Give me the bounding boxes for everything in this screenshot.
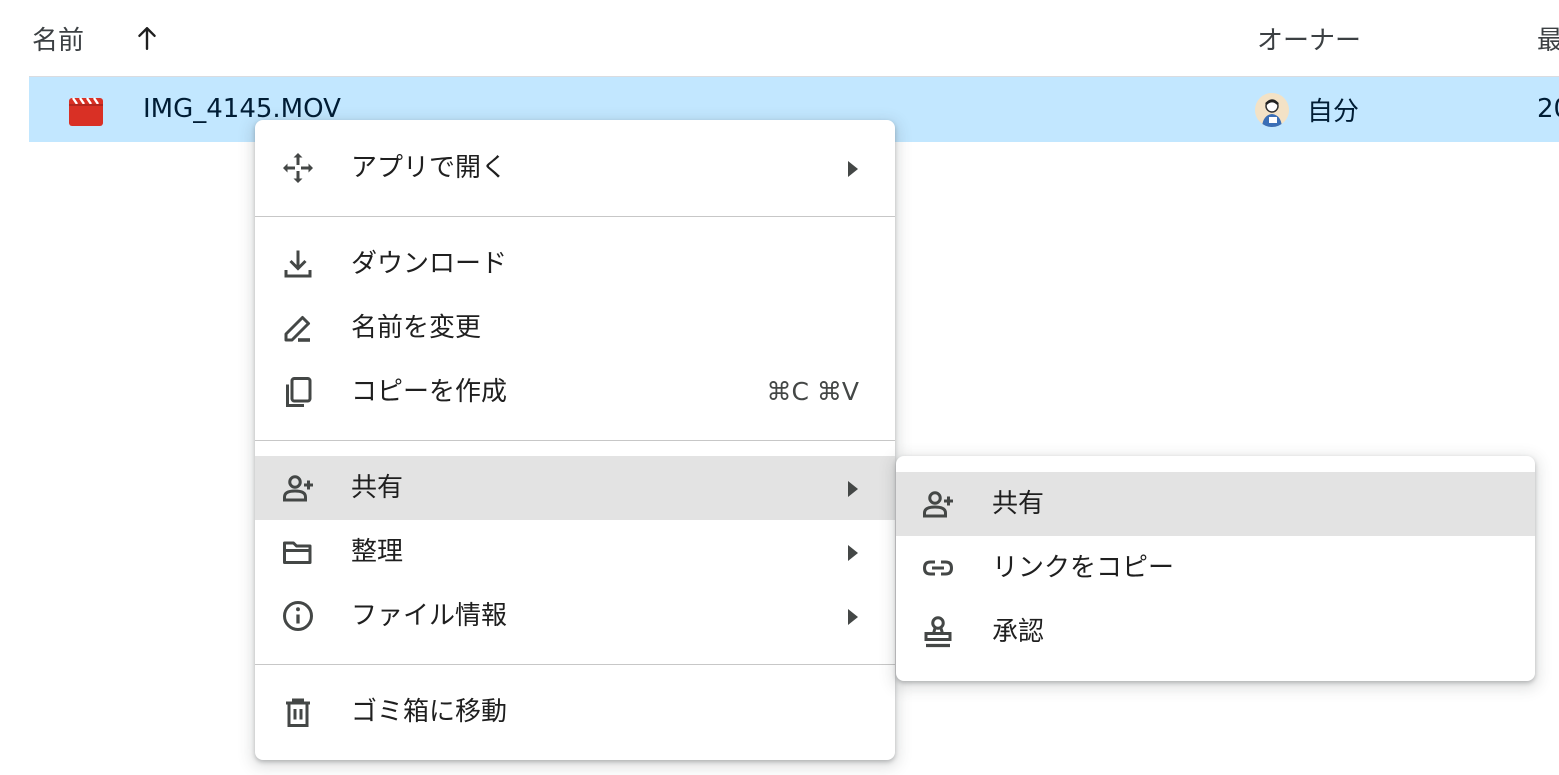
- menu-item-share[interactable]: 共有: [255, 456, 895, 520]
- download-icon: [280, 246, 316, 282]
- folder-icon: [280, 534, 316, 570]
- menu-item-label: アプリで開く: [351, 153, 508, 183]
- menu-item-rename[interactable]: 名前を変更: [255, 296, 895, 360]
- submenu-item-approval[interactable]: 承認: [896, 600, 1535, 664]
- share-submenu: 共有 リンクをコピー 承認: [896, 456, 1535, 681]
- menu-divider: [255, 216, 895, 217]
- owner-cell: 自分: [1255, 77, 1359, 142]
- submenu-arrow-icon: [847, 480, 859, 498]
- menu-item-open-with[interactable]: アプリで開く: [255, 136, 895, 200]
- owner-name: 自分: [1307, 97, 1360, 127]
- copy-icon: [280, 374, 316, 410]
- drive-file-list: 名前 オーナー 最 IMG_4145.MOV 自分 2 アプリで開く ダウンロー…: [0, 0, 1559, 775]
- menu-item-label: コピーを作成: [351, 377, 508, 407]
- trash-icon: [280, 694, 316, 730]
- info-icon: [280, 598, 316, 634]
- menu-item-label: 整理: [351, 537, 404, 567]
- submenu-arrow-icon: [847, 608, 859, 626]
- menu-divider: [255, 664, 895, 665]
- column-header-modified-label: 最: [1537, 25, 1559, 56]
- menu-item-label: ダウンロード: [351, 249, 508, 279]
- approval-stamp-icon: [920, 614, 956, 650]
- avatar: [1255, 92, 1289, 127]
- video-file-icon: [69, 94, 103, 126]
- submenu-item-label: リンクをコピー: [992, 553, 1175, 583]
- submenu-arrow-icon: [847, 160, 859, 178]
- column-header-name[interactable]: 名前: [32, 0, 84, 76]
- menu-item-download[interactable]: ダウンロード: [255, 232, 895, 296]
- menu-item-label: ファイル情報: [351, 601, 508, 631]
- menu-item-label: ゴミ箱に移動: [351, 697, 508, 727]
- column-header-owner[interactable]: オーナー: [1257, 0, 1361, 76]
- keyboard-shortcut: ⌘C ⌘V: [766, 377, 859, 406]
- column-header-modified[interactable]: 最: [1537, 0, 1559, 76]
- link-icon: [920, 550, 956, 586]
- submenu-item-share[interactable]: 共有: [896, 472, 1535, 536]
- open-with-icon: [280, 150, 316, 186]
- modified-date: 20: [1537, 94, 1559, 124]
- submenu-arrow-icon: [847, 544, 859, 562]
- column-header-owner-label: オーナー: [1257, 25, 1362, 56]
- menu-item-organize[interactable]: 整理: [255, 520, 895, 584]
- person-add-icon: [280, 470, 316, 506]
- menu-item-label: 共有: [351, 473, 404, 503]
- sort-direction-button[interactable]: [130, 0, 164, 76]
- menu-item-move-to-trash[interactable]: ゴミ箱に移動: [255, 680, 895, 744]
- menu-item-make-copy[interactable]: コピーを作成 ⌘C ⌘V: [255, 360, 895, 424]
- menu-divider: [255, 440, 895, 441]
- submenu-item-label: 共有: [992, 489, 1045, 519]
- rename-icon: [280, 310, 316, 346]
- arrow-up-icon: [134, 24, 160, 52]
- submenu-item-label: 承認: [992, 617, 1045, 647]
- menu-item-label: 名前を変更: [351, 313, 482, 343]
- submenu-item-copy-link[interactable]: リンクをコピー: [896, 536, 1535, 600]
- column-header-name-label: 名前: [32, 25, 85, 56]
- menu-item-file-info[interactable]: ファイル情報: [255, 584, 895, 648]
- context-menu: アプリで開く ダウンロード 名前を変更 コピーを作成 ⌘C ⌘V 共有 整理 フ…: [255, 120, 895, 760]
- person-add-icon: [920, 486, 956, 522]
